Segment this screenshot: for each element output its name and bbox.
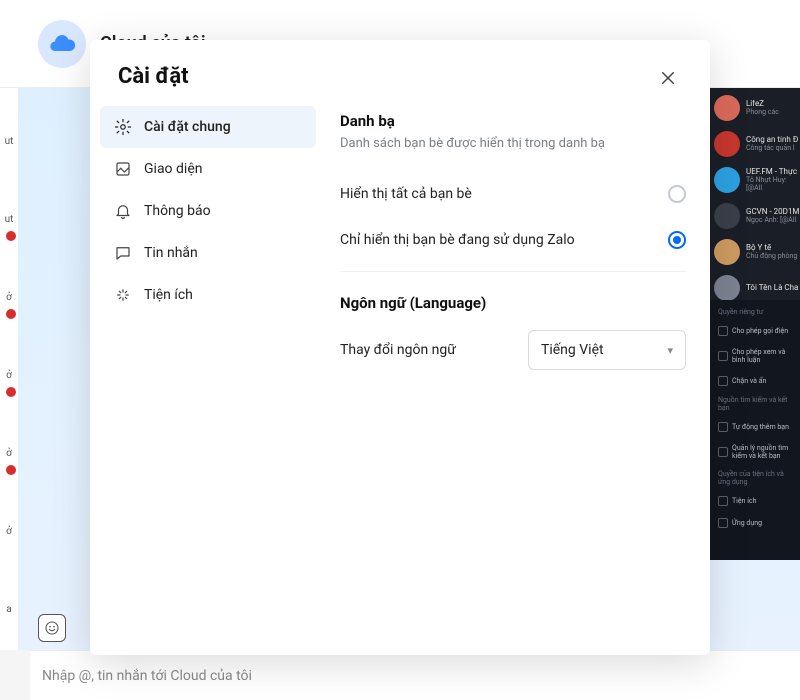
- settings-sidebar: Cài đặt chung Giao diện Thông báo Tin nh…: [90, 104, 326, 655]
- language-label: Thay đổi ngôn ngữ: [340, 342, 456, 358]
- sidebar-item-label: Tiện ích: [144, 287, 193, 303]
- sidebar-item-messages[interactable]: Tin nhắn: [100, 232, 316, 274]
- modal-title: Cài đặt: [118, 64, 189, 89]
- sidebar-item-label: Giao diện: [144, 161, 202, 177]
- close-icon: [659, 69, 677, 87]
- sidebar-item-label: Tin nhắn: [144, 245, 198, 261]
- sidebar-item-label: Cài đặt chung: [144, 119, 231, 135]
- radio-icon: [668, 231, 686, 249]
- language-value: Tiếng Việt: [541, 342, 604, 358]
- sidebar-item-notifications[interactable]: Thông báo: [100, 190, 316, 232]
- radio-option-show-all[interactable]: Hiển thị tất cả bạn bè: [340, 171, 686, 217]
- brush-icon: [114, 160, 132, 178]
- divider: [340, 271, 686, 272]
- close-button[interactable]: [654, 64, 682, 92]
- radio-option-show-zalo-only[interactable]: Chỉ hiển thị bạn bè đang sử dụng Zalo: [340, 217, 686, 263]
- radio-icon: [668, 185, 686, 203]
- chevron-down-icon: ▾: [667, 344, 673, 357]
- section-description: Danh sách bạn bè được hiển thị trong dan…: [340, 136, 686, 151]
- sidebar-item-appearance[interactable]: Giao diện: [100, 148, 316, 190]
- radio-label: Chỉ hiển thị bạn bè đang sử dụng Zalo: [340, 232, 575, 248]
- language-select[interactable]: Tiếng Việt ▾: [528, 330, 686, 370]
- sidebar-item-label: Thông báo: [144, 203, 211, 219]
- section-title-contacts: Danh bạ: [340, 108, 686, 130]
- settings-content: Danh bạ Danh sách bạn bè được hiển thị t…: [326, 104, 710, 655]
- bell-icon: [114, 202, 132, 220]
- sidebar-item-general[interactable]: Cài đặt chung: [100, 106, 316, 148]
- sparkle-icon: [114, 286, 132, 304]
- section-title-language: Ngôn ngữ (Language): [340, 290, 686, 312]
- settings-modal: Cài đặt Cài đặt chung Giao diện Thông bá…: [90, 40, 710, 655]
- gear-icon: [114, 118, 132, 136]
- modal-overlay: Cài đặt Cài đặt chung Giao diện Thông bá…: [0, 0, 800, 700]
- message-icon: [114, 244, 132, 262]
- radio-label: Hiển thị tất cả bạn bè: [340, 186, 472, 202]
- sidebar-item-utilities[interactable]: Tiện ích: [100, 274, 316, 316]
